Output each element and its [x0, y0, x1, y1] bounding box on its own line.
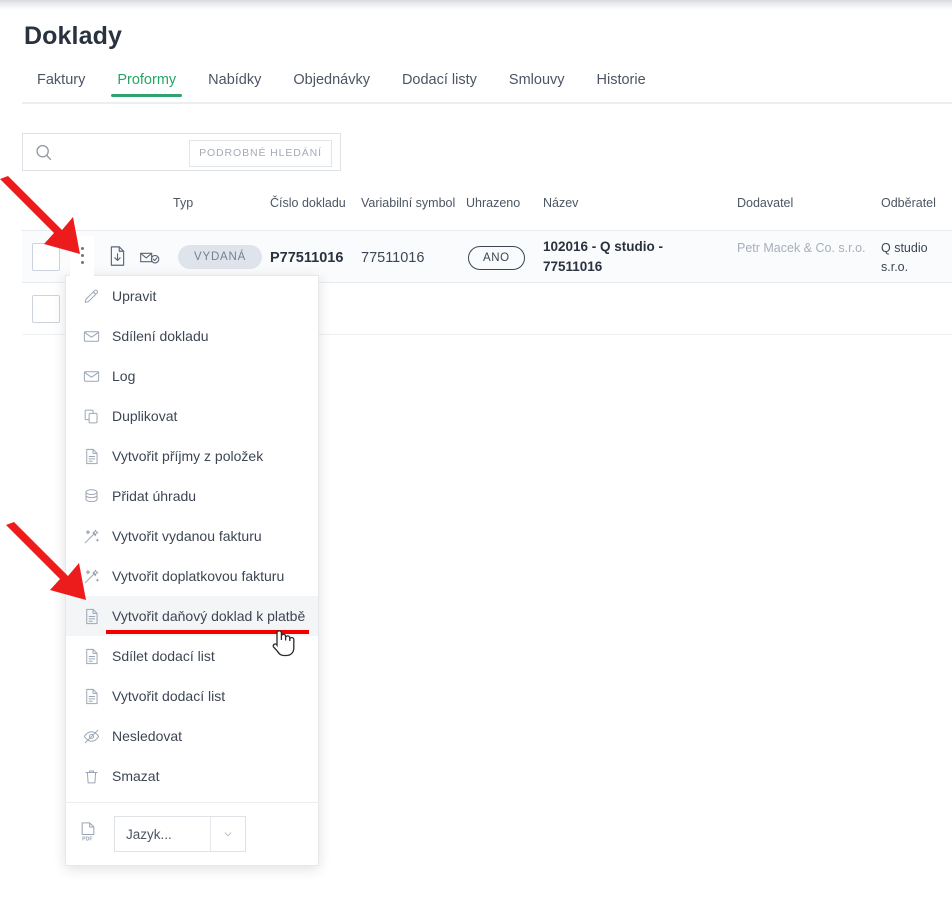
menu-item-label: Vytvořit daňový doklad k platbě: [112, 608, 305, 624]
tab-historie[interactable]: Historie: [581, 72, 662, 97]
coins-icon: [78, 485, 104, 507]
eye-off-icon: [78, 725, 104, 747]
row-checkbox[interactable]: [32, 295, 60, 323]
menu-item-log[interactable]: Log: [66, 356, 318, 396]
menu-item-sd-len-dokladu[interactable]: Sdílení dokladu: [66, 316, 318, 356]
column-header-název[interactable]: Název: [543, 196, 578, 210]
document-icon: [78, 645, 104, 667]
document-icon: [78, 685, 104, 707]
language-select-value: Jazyk...: [115, 827, 210, 842]
tab-bar: FakturyProformyNabídkyObjednávkyDodací l…: [22, 72, 662, 97]
document-icon: [78, 445, 104, 467]
search-icon: [35, 144, 53, 162]
menu-item-vytvo-it-doplatkovou-fakturu[interactable]: Vytvořit doplatkovou fakturu: [66, 556, 318, 596]
menu-item-label: Log: [112, 368, 135, 384]
svg-text:PDF: PDF: [82, 836, 92, 842]
column-header-typ[interactable]: Typ: [173, 196, 193, 210]
pdf-file-icon: PDF: [78, 821, 104, 848]
advanced-search-button[interactable]: PODROBNÉ HLEDÁNÍ: [189, 140, 332, 167]
menu-item-label: Vytvořit dodací list: [112, 688, 225, 704]
column-header-uhrazeno[interactable]: Uhrazeno: [466, 196, 520, 210]
mouse-cursor-pointer-icon: [270, 627, 296, 657]
column-header-dodavatel[interactable]: Dodavatel: [737, 196, 793, 210]
tab-nabídky[interactable]: Nabídky: [192, 72, 277, 97]
top-shadow: [0, 0, 952, 10]
menu-item-vytvo-it-vydanou-fakturu[interactable]: Vytvořit vydanou fakturu: [66, 516, 318, 556]
envelope-icon: [78, 365, 104, 387]
menu-item-nesledovat[interactable]: Nesledovat: [66, 716, 318, 756]
menu-item-label: Duplikovat: [112, 408, 177, 424]
column-header-číslo-dokladu[interactable]: Číslo dokladu: [270, 196, 346, 210]
menu-footer: PDF Jazyk...: [66, 803, 318, 865]
app-root: Doklady FakturyProformyNabídkyObjednávky…: [0, 0, 952, 912]
row-actions-menu-button[interactable]: [70, 236, 94, 278]
copy-icon: [78, 405, 104, 427]
envelope-icon: [78, 325, 104, 347]
row-context-menu: Upravit Sdílení dokladu Log Duplikovat Vytvo…: [65, 275, 319, 866]
menu-item-duplikovat[interactable]: Duplikovat: [66, 396, 318, 436]
menu-item-label: Sdílení dokladu: [112, 328, 209, 344]
tab-faktury[interactable]: Faktury: [22, 72, 101, 97]
menu-item-label: Přidat úhradu: [112, 488, 196, 504]
menu-item-label: Sdílet dodací list: [112, 648, 215, 664]
menu-item-label: Vytvořit příjmy z položek: [112, 448, 263, 464]
chevron-down-icon[interactable]: [210, 817, 245, 851]
trash-icon: [78, 765, 104, 787]
magic-wand-icon: [78, 565, 104, 587]
menu-item-p-idat-hradu[interactable]: Přidat úhradu: [66, 476, 318, 516]
menu-item-label: Vytvořit vydanou fakturu: [112, 528, 262, 544]
menu-item-upravit[interactable]: Upravit: [66, 276, 318, 316]
menu-item-label: Upravit: [112, 288, 156, 304]
tab-dodací-listy[interactable]: Dodací listy: [386, 72, 493, 97]
menu-item-label: Nesledovat: [112, 728, 182, 744]
language-select[interactable]: Jazyk...: [114, 816, 246, 852]
magic-wand-icon: [78, 525, 104, 547]
menu-item-smazat[interactable]: Smazat: [66, 756, 318, 796]
tab-objednávky[interactable]: Objednávky: [277, 72, 386, 97]
column-header-variabilní-symbol[interactable]: Variabilní symbol: [361, 196, 455, 210]
tab-smlouvy[interactable]: Smlouvy: [493, 72, 581, 97]
menu-item-vytvo-it-dodac-list[interactable]: Vytvořit dodací list: [66, 676, 318, 716]
table-header: Typ Číslo dokladu Variabilní symbol Uhrazen…: [0, 196, 952, 230]
tab-proformy[interactable]: Proformy: [101, 72, 192, 97]
row-checkbox[interactable]: [32, 243, 60, 271]
menu-item-label: Vytvořit doplatkovou fakturu: [112, 568, 284, 584]
tab-bar-divider: [22, 102, 952, 104]
document-icon: [78, 605, 104, 627]
menu-item-vytvo-it-p-jmy-z-polo-ek[interactable]: Vytvořit příjmy z položek: [66, 436, 318, 476]
pencil-icon: [78, 285, 104, 307]
menu-item-label: Smazat: [112, 768, 159, 784]
page-title: Doklady: [24, 22, 122, 51]
search-bar: PODROBNÉ HLEDÁNÍ: [22, 133, 341, 171]
column-header-odběratel[interactable]: Odběratel: [881, 196, 936, 210]
